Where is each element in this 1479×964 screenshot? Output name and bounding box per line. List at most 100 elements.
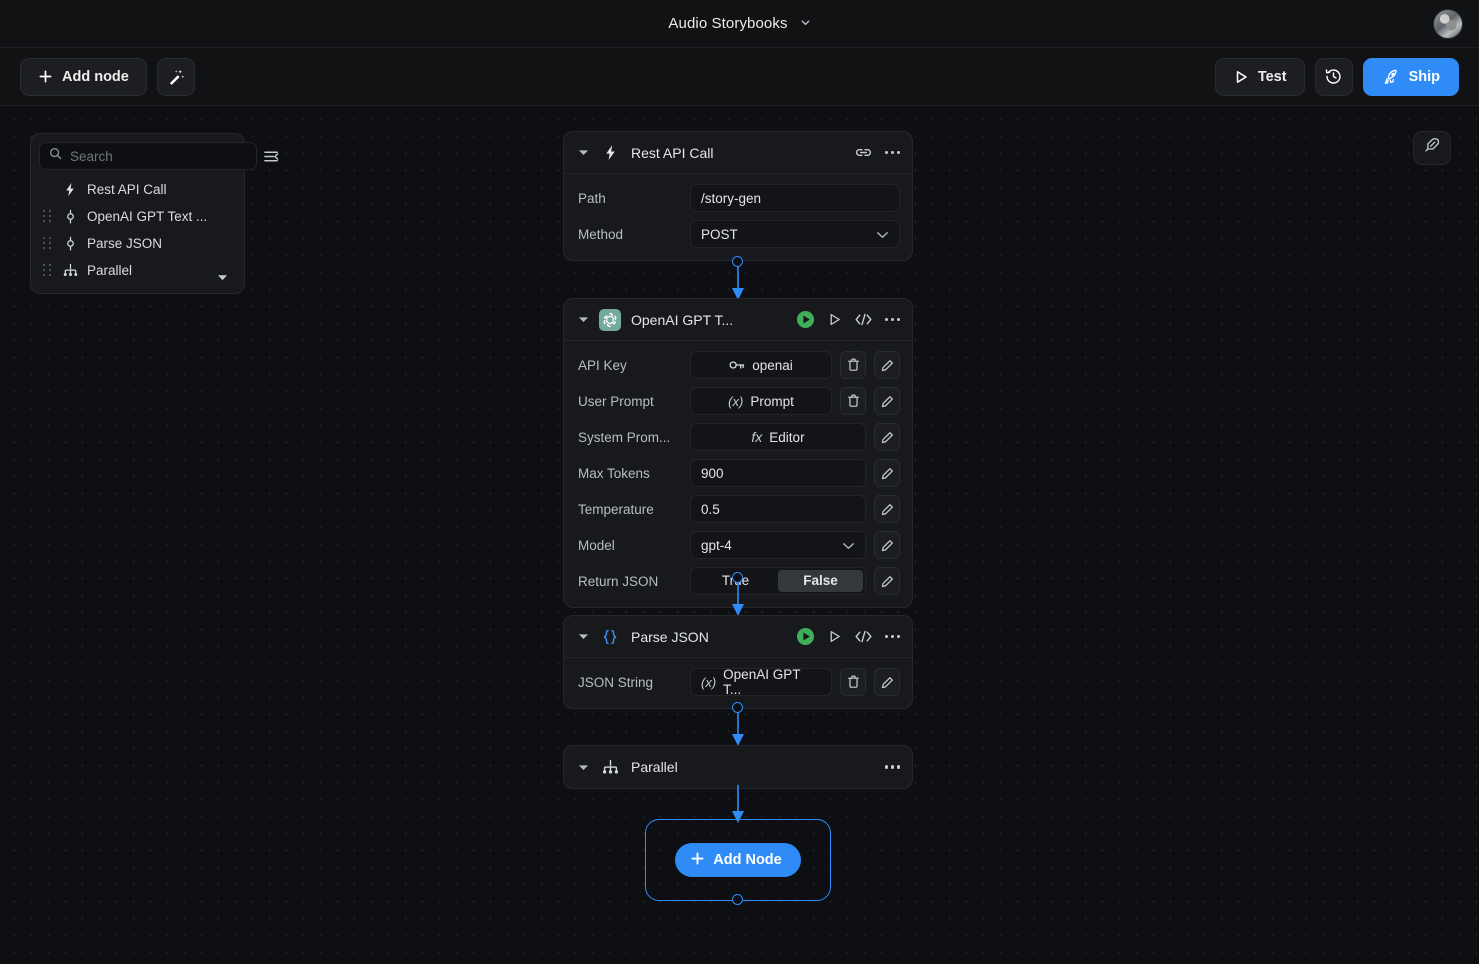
flow-canvas[interactable]: Rest API Call OpenAI GPT Text ... Parse … bbox=[0, 106, 1479, 964]
branch-icon bbox=[599, 756, 621, 778]
node-output-port[interactable] bbox=[732, 572, 743, 583]
search-box[interactable] bbox=[39, 142, 257, 170]
chevron-down-icon[interactable] bbox=[217, 268, 228, 286]
drag-handle-icon[interactable] bbox=[43, 210, 53, 224]
field-label: User Prompt bbox=[578, 394, 682, 409]
history-icon bbox=[1324, 67, 1343, 86]
magic-wand-icon bbox=[167, 68, 185, 86]
api-key-chip[interactable]: openai bbox=[690, 351, 832, 379]
node-parse-json[interactable]: Parse JSON JSON String bbox=[563, 615, 913, 709]
palette-item-openai-gpt-text[interactable]: OpenAI GPT Text ... bbox=[39, 203, 236, 230]
node-body: Path /story-gen Method POST bbox=[564, 174, 912, 260]
field-label: API Key bbox=[578, 358, 682, 373]
ship-button[interactable]: Ship bbox=[1363, 58, 1459, 96]
rocket-icon bbox=[1382, 68, 1400, 86]
edit-button[interactable] bbox=[874, 531, 900, 559]
model-select[interactable]: gpt-4 bbox=[690, 531, 866, 559]
run-icon[interactable] bbox=[796, 310, 815, 329]
palette-item-rest-api-call[interactable]: Rest API Call bbox=[39, 176, 236, 203]
chevron-down-icon[interactable] bbox=[800, 15, 811, 33]
add-node-button-label: Add node bbox=[62, 69, 129, 85]
system-prompt-chip[interactable]: fx Editor bbox=[690, 423, 866, 451]
node-output-port[interactable] bbox=[732, 702, 743, 713]
chevron-down-icon bbox=[876, 227, 889, 242]
dropzone-output-port[interactable] bbox=[732, 894, 743, 905]
max-tokens-input[interactable]: 900 bbox=[690, 459, 866, 487]
chevron-down-icon[interactable] bbox=[578, 149, 589, 156]
edit-button[interactable] bbox=[874, 423, 900, 451]
field-label: Return JSON bbox=[578, 574, 682, 589]
edit-button[interactable] bbox=[874, 387, 900, 415]
node-parallel[interactable]: Parallel bbox=[563, 745, 913, 789]
edit-button[interactable] bbox=[874, 459, 900, 487]
node-title: OpenAI GPT T... bbox=[631, 312, 786, 328]
palette-item-parse-json[interactable]: Parse JSON bbox=[39, 230, 236, 257]
delete-button[interactable] bbox=[840, 351, 866, 379]
field-label: Method bbox=[578, 227, 682, 242]
temperature-input[interactable]: 0.5 bbox=[690, 495, 866, 523]
code-icon[interactable] bbox=[854, 312, 873, 327]
field-api-key: API Key openai bbox=[578, 351, 900, 379]
node-header: Rest API Call bbox=[564, 132, 912, 174]
feather-button[interactable] bbox=[1413, 131, 1451, 165]
node-rest-api-call[interactable]: Rest API Call Path /story-gen Method bbox=[563, 131, 913, 261]
workflow-title-group[interactable]: Audio Storybooks bbox=[668, 15, 810, 33]
search-input[interactable] bbox=[70, 149, 247, 164]
chevron-down-icon[interactable] bbox=[578, 633, 589, 640]
field-label: Path bbox=[578, 191, 682, 206]
collapse-panel-icon[interactable] bbox=[263, 145, 280, 167]
openai-icon bbox=[599, 309, 621, 331]
node-openai-gpt-text[interactable]: OpenAI GPT T... API Key bbox=[563, 298, 913, 608]
path-input[interactable]: /story-gen bbox=[690, 184, 900, 212]
more-icon[interactable] bbox=[885, 151, 900, 154]
play-icon[interactable] bbox=[827, 629, 842, 644]
toggle-option-false[interactable]: False bbox=[778, 570, 863, 592]
link-icon[interactable] bbox=[854, 146, 873, 159]
edit-button[interactable] bbox=[874, 668, 900, 696]
chevron-down-icon[interactable] bbox=[578, 764, 589, 771]
node-output-port[interactable] bbox=[732, 256, 743, 267]
field-temperature: Temperature 0.5 bbox=[578, 495, 900, 523]
run-icon[interactable] bbox=[796, 627, 815, 646]
method-select-value: POST bbox=[701, 227, 738, 242]
method-select[interactable]: POST bbox=[690, 220, 900, 248]
more-icon[interactable] bbox=[885, 318, 900, 321]
magic-wand-button[interactable] bbox=[157, 58, 195, 96]
palette-item-label: Parallel bbox=[87, 263, 132, 278]
toolbar: Add node Test bbox=[0, 48, 1479, 106]
return-json-toggle[interactable]: True False bbox=[690, 567, 866, 595]
more-icon[interactable] bbox=[885, 765, 900, 768]
variable-icon: (x) bbox=[728, 394, 743, 409]
add-node-drop-zone[interactable]: Add Node bbox=[645, 819, 831, 901]
delete-button[interactable] bbox=[840, 387, 866, 415]
history-button[interactable] bbox=[1315, 58, 1353, 96]
code-icon[interactable] bbox=[854, 629, 873, 644]
node-circle-icon bbox=[60, 209, 80, 225]
palette-item-label: OpenAI GPT Text ... bbox=[87, 209, 207, 224]
user-prompt-value: Prompt bbox=[750, 394, 794, 409]
play-icon bbox=[1233, 69, 1249, 85]
delete-button[interactable] bbox=[840, 668, 866, 696]
edit-button[interactable] bbox=[874, 567, 900, 595]
ship-button-label: Ship bbox=[1409, 69, 1440, 85]
avatar[interactable] bbox=[1433, 9, 1463, 39]
test-button[interactable]: Test bbox=[1215, 58, 1305, 96]
drag-handle-icon[interactable] bbox=[43, 237, 53, 251]
palette-item-label: Rest API Call bbox=[87, 182, 167, 197]
add-node-button[interactable]: Add node bbox=[20, 58, 147, 96]
user-prompt-chip[interactable]: (x) Prompt bbox=[690, 387, 832, 415]
field-user-prompt: User Prompt (x) Prompt bbox=[578, 387, 900, 415]
edit-button[interactable] bbox=[874, 495, 900, 523]
chevron-down-icon bbox=[842, 538, 855, 553]
edit-button[interactable] bbox=[874, 351, 900, 379]
add-node-canvas-button[interactable]: Add Node bbox=[675, 843, 800, 877]
node-body: JSON String (x) OpenAI GPT T... bbox=[564, 658, 912, 708]
add-node-canvas-button-label: Add Node bbox=[713, 852, 781, 868]
json-string-chip[interactable]: (x) OpenAI GPT T... bbox=[690, 668, 832, 696]
play-icon[interactable] bbox=[827, 312, 842, 327]
drag-handle-icon[interactable] bbox=[43, 264, 53, 278]
node-palette: Rest API Call OpenAI GPT Text ... Parse … bbox=[30, 133, 245, 294]
palette-item-parallel[interactable]: Parallel bbox=[39, 257, 236, 284]
more-icon[interactable] bbox=[885, 635, 900, 638]
chevron-down-icon[interactable] bbox=[578, 316, 589, 323]
